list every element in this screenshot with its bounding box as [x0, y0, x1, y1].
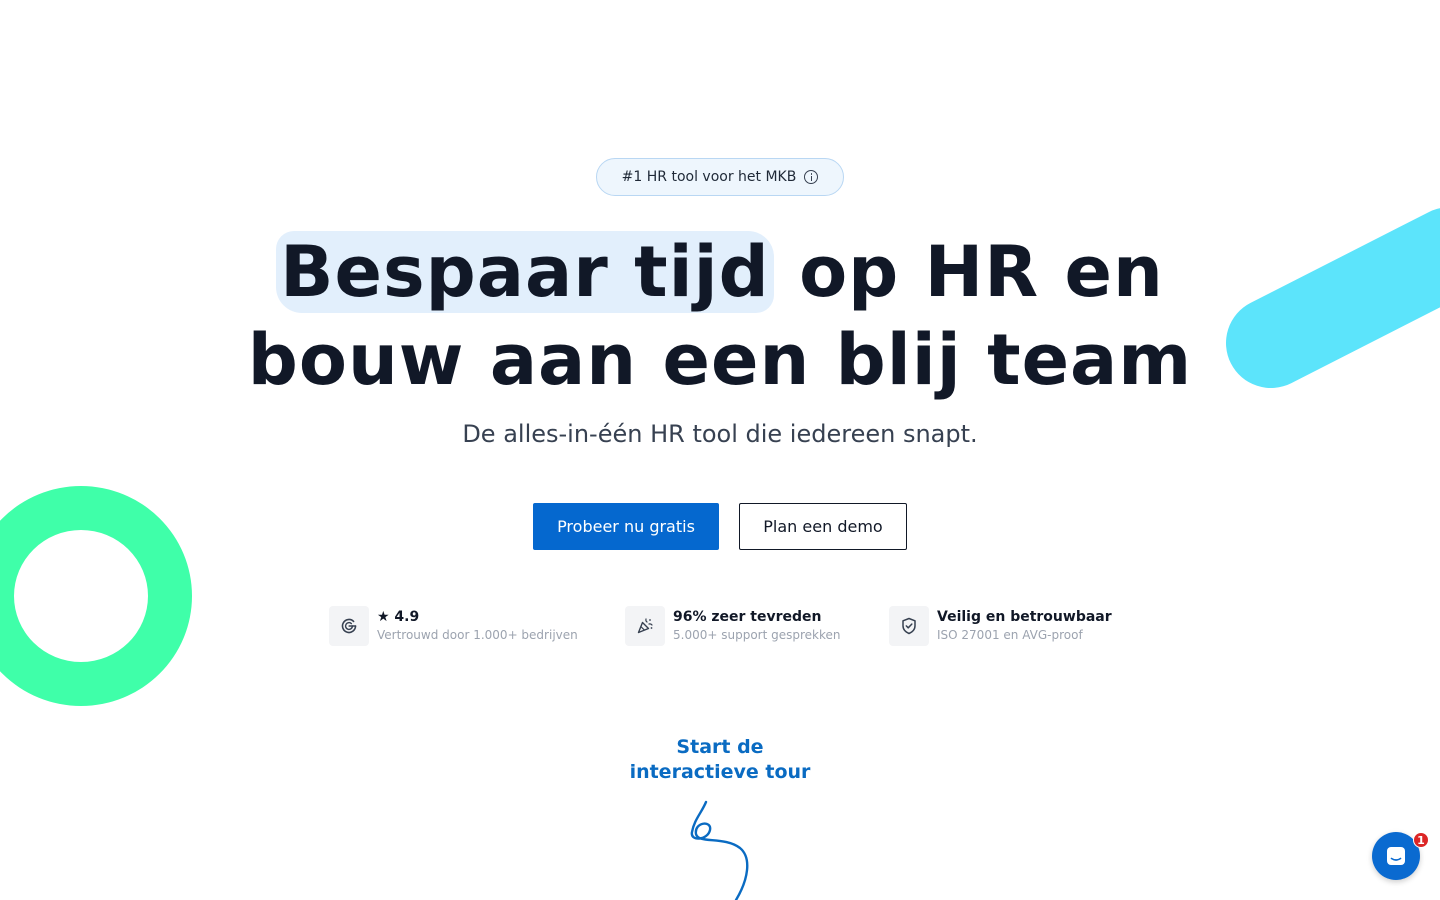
- stat-rating: ★ 4.9 Vertrouwd door 1.000+ bedrijven: [329, 606, 578, 646]
- party-popper-icon: [625, 606, 665, 646]
- squiggle-arrow-icon: [690, 800, 749, 900]
- stat-rating-title: ★ 4.9: [377, 609, 420, 625]
- start-tour-link[interactable]: Start de interactieve tour: [0, 735, 1440, 785]
- try-free-button[interactable]: Probeer nu gratis: [533, 503, 719, 550]
- stat-satisfaction-subtitle: 5.000+ support gesprekken: [673, 628, 841, 642]
- chat-icon: [1387, 847, 1405, 865]
- info-icon[interactable]: [804, 170, 819, 184]
- stat-satisfaction: 96% zeer tevreden 5.000+ support gesprek…: [625, 606, 841, 646]
- hero-title-line2: bouw aan een blij team: [247, 319, 1193, 401]
- stat-security-title: Veilig en betrouwbaar: [937, 609, 1112, 625]
- hero-title: Bespaar tijd op HR en bouw aan een blij …: [0, 228, 1440, 404]
- stat-security-subtitle: ISO 27001 en AVG-proof: [937, 628, 1083, 642]
- chat-unread-badge: 1: [1413, 832, 1429, 848]
- hero-title-highlight: Bespaar tijd: [276, 231, 774, 313]
- shield-check-icon: [889, 606, 929, 646]
- tour-line1: Start de: [676, 736, 764, 758]
- google-icon: [329, 606, 369, 646]
- stat-rating-subtitle: Vertrouwd door 1.000+ bedrijven: [377, 628, 578, 642]
- stat-satisfaction-title: 96% zeer tevreden: [673, 609, 822, 625]
- hero-subtitle: De alles-in-één HR tool die iedereen sna…: [462, 420, 978, 448]
- badge-label: #1 HR tool voor het MKB: [621, 169, 797, 185]
- plan-demo-button[interactable]: Plan een demo: [739, 503, 907, 550]
- decorative-green-ring: [0, 486, 192, 706]
- hero-title-rest: op HR en: [773, 231, 1164, 313]
- hr-tool-badge[interactable]: #1 HR tool voor het MKB: [596, 158, 844, 196]
- stat-security: Veilig en betrouwbaar ISO 27001 en AVG-p…: [889, 606, 1112, 646]
- tour-line2: interactieve tour: [629, 761, 811, 783]
